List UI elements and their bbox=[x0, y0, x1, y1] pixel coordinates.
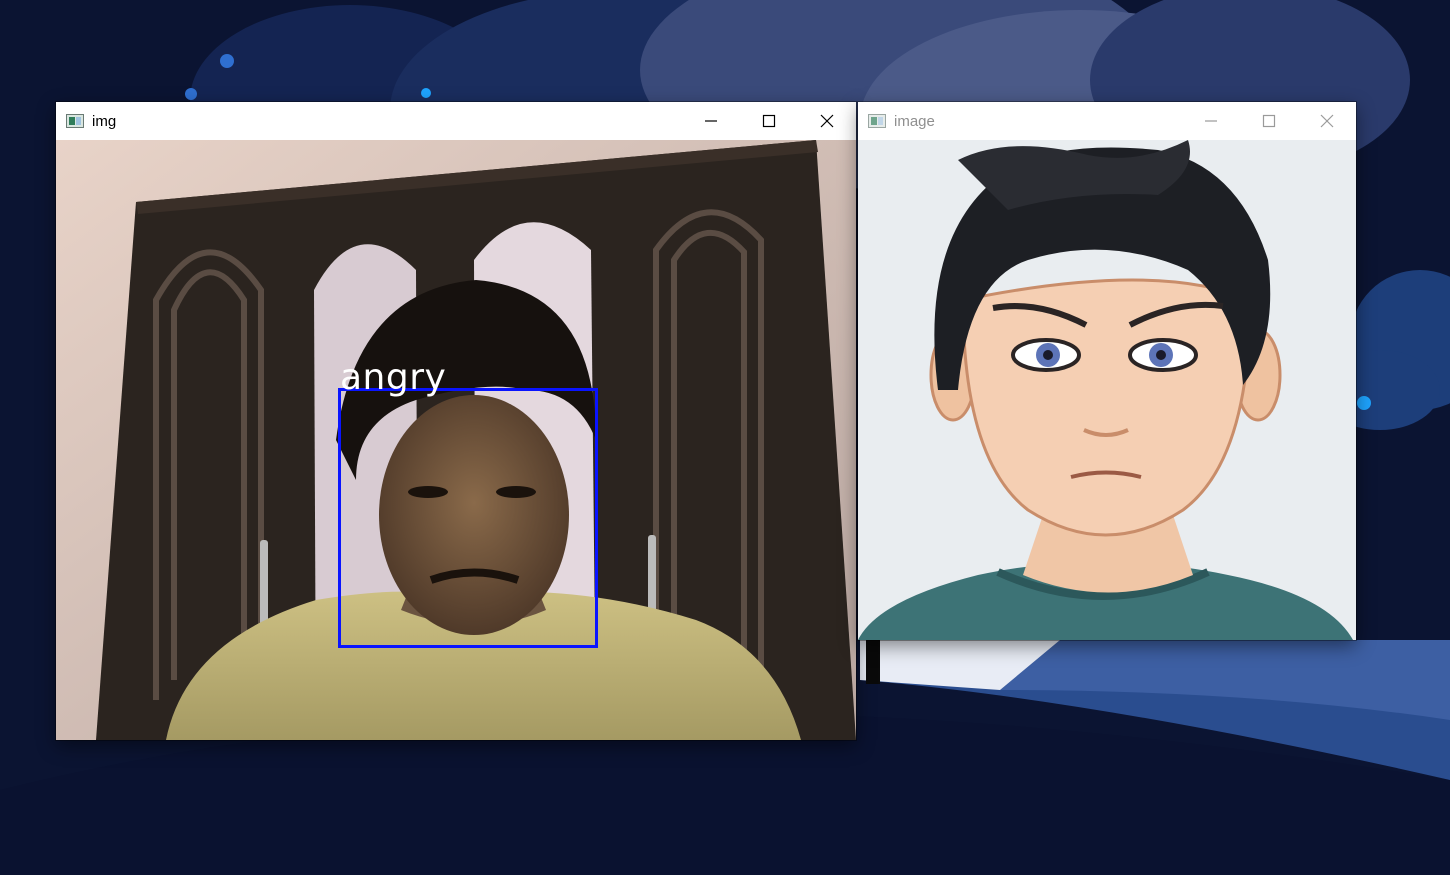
close-button[interactable] bbox=[798, 102, 856, 140]
emotion-label: angry bbox=[340, 357, 447, 398]
avatar-window-title: image bbox=[894, 112, 935, 130]
camera-window: img angry bbox=[56, 102, 856, 740]
minimize-button[interactable] bbox=[682, 102, 740, 140]
close-icon bbox=[820, 114, 834, 128]
maximize-icon bbox=[762, 114, 776, 128]
avatar-window-titlebar[interactable]: image bbox=[858, 102, 1356, 140]
close-button[interactable] bbox=[1298, 102, 1356, 140]
camera-window-title: img bbox=[92, 112, 117, 130]
avatar-window: image bbox=[858, 102, 1356, 640]
opencv-window-icon bbox=[868, 114, 886, 128]
close-icon bbox=[1320, 114, 1334, 128]
angry-cartoon-avatar-image bbox=[858, 140, 1353, 640]
minimize-button[interactable] bbox=[1182, 102, 1240, 140]
webcam-feed: angry bbox=[56, 140, 856, 740]
maximize-button[interactable] bbox=[1240, 102, 1298, 140]
face-detection-box bbox=[338, 388, 598, 648]
maximize-button[interactable] bbox=[740, 102, 798, 140]
minimize-icon bbox=[1205, 120, 1217, 122]
maximize-icon bbox=[1262, 114, 1276, 128]
avatar-display bbox=[858, 140, 1356, 640]
minimize-icon bbox=[705, 120, 717, 122]
opencv-window-icon bbox=[66, 114, 84, 128]
camera-window-titlebar[interactable]: img bbox=[56, 102, 856, 140]
